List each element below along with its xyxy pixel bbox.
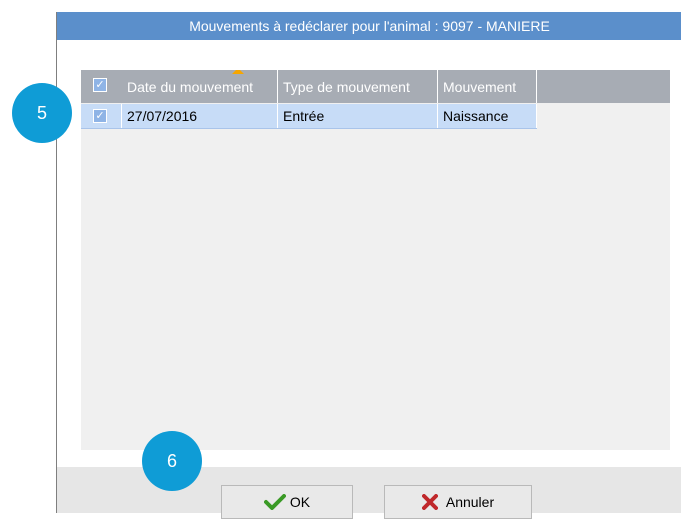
ok-button-label: OK — [289, 494, 311, 510]
cell-type: Entrée — [278, 104, 438, 128]
check-icon — [263, 494, 286, 510]
callout-badge-6: 6 — [142, 431, 202, 491]
cell-date: 27/07/2016 — [122, 104, 278, 128]
close-icon — [421, 494, 438, 510]
movements-grid: ✓ Date du mouvement Type de mouvement Mo… — [81, 70, 670, 450]
row-checkbox[interactable]: ✓ — [93, 109, 107, 123]
ok-button[interactable]: OK — [221, 485, 353, 519]
sort-ascending-icon — [232, 70, 244, 74]
grid-header: ✓ Date du mouvement Type de mouvement Mo… — [81, 70, 670, 103]
column-header-type[interactable]: Type de mouvement — [278, 70, 438, 103]
select-all-checkbox[interactable]: ✓ — [93, 78, 107, 92]
redeclare-dialog: Mouvements à redéclarer pour l'animal : … — [56, 12, 681, 519]
column-header-date[interactable]: Date du mouvement — [122, 70, 278, 103]
row-checkbox-cell: ✓ — [81, 104, 122, 128]
cancel-button[interactable]: Annuler — [384, 485, 532, 519]
table-row[interactable]: ✓ 27/07/2016 Entrée Naissance — [81, 104, 537, 129]
cancel-button-label: Annuler — [445, 494, 495, 510]
callout-badge-5: 5 — [12, 83, 72, 143]
dialog-title: Mouvements à redéclarer pour l'animal : … — [57, 12, 681, 40]
column-header-mouvement[interactable]: Mouvement — [438, 70, 537, 103]
cell-mouvement: Naissance — [438, 104, 537, 128]
